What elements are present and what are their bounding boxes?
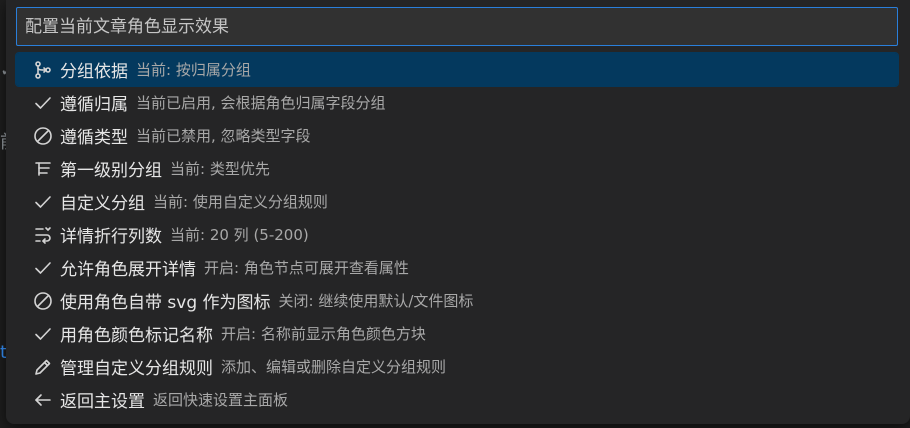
list-item-first-level-group[interactable]: 第一级别分组 当前: 类型优先: [16, 152, 898, 185]
list-item-custom-group[interactable]: 自定义分组 当前: 使用自定义分组规则: [16, 185, 898, 218]
list-item-detail-wrap-columns[interactable]: 详情折行列数 当前: 20 列 (5-200): [16, 218, 898, 251]
item-description: 当前: 20 列 (5-200): [170, 226, 309, 244]
quick-pick-panel: 分组依据 当前: 按归属分组 遵循归属 当前已启用, 会根据角色归属字段分组 遵…: [6, 0, 910, 424]
check-icon: [32, 257, 54, 279]
disabled-icon: [32, 290, 54, 312]
word-wrap-icon: [32, 224, 54, 246]
item-label: 详情折行列数: [60, 227, 162, 247]
group-by-icon: [32, 59, 54, 81]
item-description: 开启: 角色节点可展开查看属性: [204, 259, 409, 277]
item-label: 分组依据: [60, 62, 128, 82]
item-label: 遵循类型: [60, 128, 128, 148]
list-item-follow-type[interactable]: 遵循类型 当前已禁用, 忽略类型字段: [16, 119, 898, 152]
item-label: 自定义分组: [60, 194, 145, 214]
check-icon: [32, 323, 54, 345]
list-item-manage-custom-rules[interactable]: 管理自定义分组规则 添加、编辑或删除自定义分组规则: [16, 350, 898, 383]
item-description: 当前已禁用, 忽略类型字段: [136, 127, 311, 145]
check-icon: [32, 191, 54, 213]
list-item-follow-ownership[interactable]: 遵循归属 当前已启用, 会根据角色归属字段分组: [16, 86, 898, 119]
item-label: 遵循归属: [60, 95, 128, 115]
list-item-back-to-main[interactable]: 返回主设置 返回快速设置主面板: [16, 383, 898, 416]
list-item-group-by[interactable]: 分组依据 当前: 按归属分组: [15, 52, 899, 87]
quick-pick-list: 分组依据 当前: 按归属分组 遵循归属 当前已启用, 会根据角色归属字段分组 遵…: [15, 52, 899, 416]
item-description: 开启: 名称前显示角色颜色方块: [221, 325, 426, 343]
item-label: 允许角色展开详情: [60, 260, 196, 280]
disabled-icon: [32, 125, 54, 147]
arrow-left-icon: [32, 389, 54, 411]
item-description: 添加、编辑或删除自定义分组规则: [221, 358, 447, 376]
item-label: 管理自定义分组规则: [60, 359, 213, 379]
list-item-color-mark-name[interactable]: 用角色颜色标记名称 开启: 名称前显示角色颜色方块: [16, 317, 898, 350]
item-description: 当前: 类型优先: [170, 160, 270, 178]
edit-icon: [32, 356, 54, 378]
item-label: 第一级别分组: [60, 161, 162, 181]
item-description: 当前: 使用自定义分组规则: [153, 193, 328, 211]
list-item-allow-expand-details[interactable]: 允许角色展开详情 开启: 角色节点可展开查看属性: [16, 251, 898, 284]
item-description: 当前已启用, 会根据角色归属字段分组: [136, 94, 386, 112]
item-label: 使用角色自带 svg 作为图标: [60, 293, 271, 313]
item-description: 当前: 按归属分组: [136, 61, 251, 79]
item-label: 用角色颜色标记名称: [60, 326, 213, 346]
search-input[interactable]: [16, 7, 898, 46]
check-icon: [32, 92, 54, 114]
list-item-use-role-svg-icon[interactable]: 使用角色自带 svg 作为图标 关闭: 继续使用默认/文件图标: [16, 284, 898, 317]
list-tree-icon: [32, 158, 54, 180]
item-description: 返回快速设置主面板: [153, 391, 289, 409]
item-label: 返回主设置: [60, 392, 145, 412]
item-description: 关闭: 继续使用默认/文件图标: [278, 292, 474, 310]
